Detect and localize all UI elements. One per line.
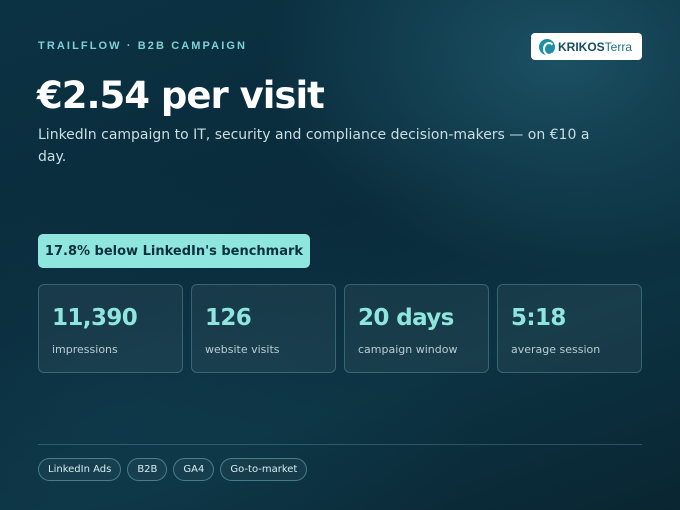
stat-card-campaign-window: 20 days campaign window: [344, 284, 489, 373]
stat-label: website visits: [205, 343, 280, 356]
subtitle: LinkedIn campaign to IT, security and co…: [38, 127, 590, 165]
logo-mark-icon: [539, 38, 555, 56]
benchmark-badge: 17.8% below LinkedIn's benchmark: [38, 234, 310, 268]
stat-value: 126: [205, 305, 252, 331]
stats-row: 11,390 impressions 126 website visits 20…: [38, 284, 642, 373]
tag-b2b: B2B: [127, 458, 168, 481]
tag-ga4: GA4: [173, 458, 215, 481]
stat-card-impressions: 11,390 impressions: [38, 284, 183, 373]
stat-label: campaign window: [358, 343, 458, 356]
logo-suffix: Terra: [604, 39, 633, 54]
stat-value: 5:18: [511, 305, 566, 331]
stat-card-average-session: 5:18 average session: [497, 284, 642, 373]
tag-linkedin-ads: LinkedIn Ads: [38, 458, 122, 481]
tag-go-to-market: Go-to-market: [220, 458, 308, 481]
stat-label: average session: [511, 343, 601, 356]
stat-label: impressions: [52, 343, 118, 356]
campaign-eyebrow: TRAILFLOW · B2B CAMPAIGN: [38, 40, 248, 52]
krikos-terra-logo: KRIKOSTerra: [531, 33, 642, 60]
tag-list: LinkedIn Ads B2B GA4 Go-to-market: [38, 458, 308, 481]
headline: €2.54 per visit: [37, 74, 325, 117]
logo-brand: KRIKOS: [558, 39, 605, 54]
logo-text: KRIKOSTerra: [558, 40, 632, 54]
stat-value: 20 days: [358, 305, 454, 331]
stat-value: 11,390: [52, 305, 138, 331]
divider: [38, 444, 642, 445]
stat-card-website-visits: 126 website visits: [191, 284, 336, 373]
